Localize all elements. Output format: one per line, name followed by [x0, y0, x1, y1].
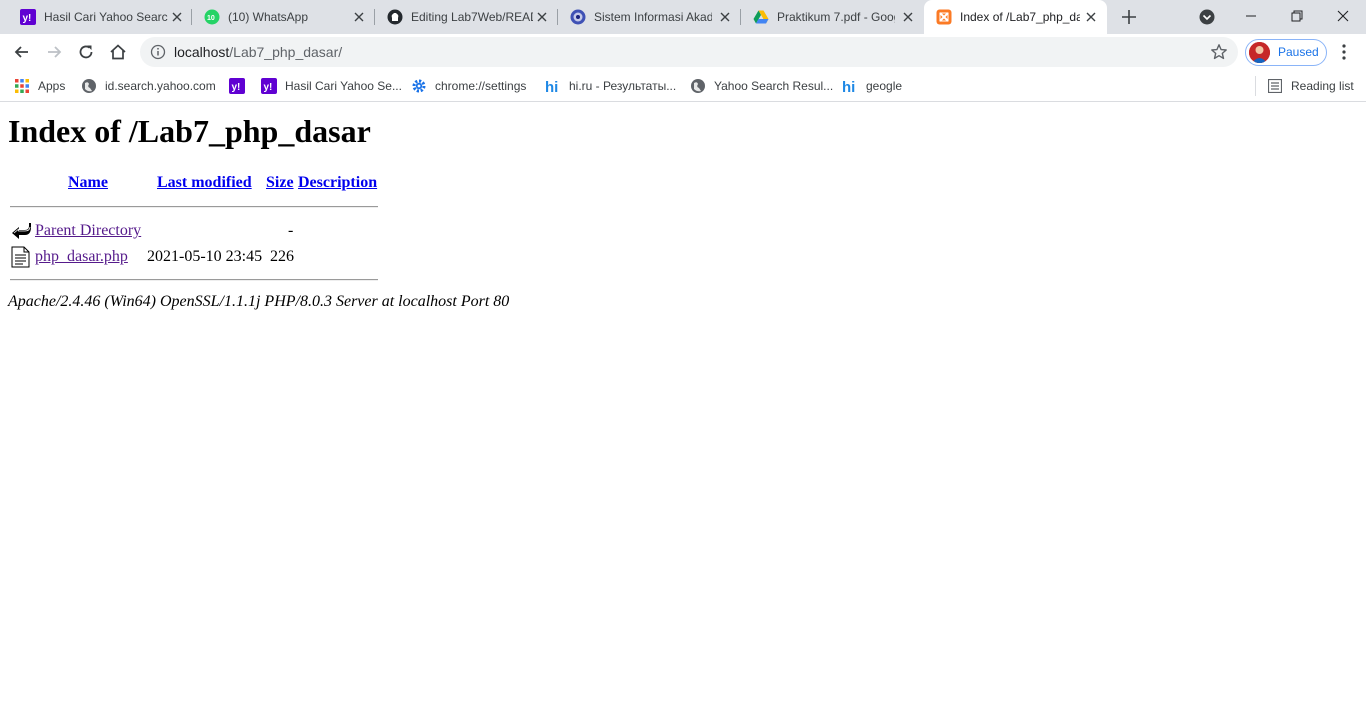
- reading-list-icon: [1267, 78, 1283, 94]
- back-button[interactable]: [10, 40, 34, 64]
- file-link-php-dasar[interactable]: php_dasar.php: [35, 248, 128, 266]
- bookmark-yahoo-search-results[interactable]: Yahoo Search Resul...: [690, 76, 833, 96]
- tab-whatsapp[interactable]: 10 (10) WhatsApp: [192, 0, 375, 34]
- tab-search-icon[interactable]: [1198, 8, 1216, 26]
- tab-github[interactable]: Editing Lab7Web/README: [375, 0, 558, 34]
- bookmark-id-search-yahoo[interactable]: id.search.yahoo.com: [81, 76, 216, 96]
- close-icon[interactable]: [1085, 11, 1097, 23]
- chrome-menu-icon[interactable]: [1336, 43, 1352, 61]
- bookmark-label: Hasil Cari Yahoo Se...: [285, 79, 402, 93]
- tab-yahoo-search[interactable]: y! Hasil Cari Yahoo Search: [8, 0, 192, 34]
- bookmark-yahoo[interactable]: y!: [229, 76, 253, 96]
- tab-title: Sistem Informasi Akademik: [594, 10, 712, 24]
- yahoo-icon: y!: [261, 78, 277, 94]
- svg-text:y!: y!: [232, 82, 241, 93]
- profile-status-label: Paused: [1278, 45, 1319, 59]
- close-window-button[interactable]: [1320, 0, 1366, 32]
- url-text[interactable]: localhost/Lab7_php_dasar/: [174, 44, 342, 60]
- apps-grid-icon: [14, 78, 30, 94]
- tab-strip: y! Hasil Cari Yahoo Search 10 (10) Whats…: [0, 0, 1366, 34]
- column-header-name[interactable]: Name: [68, 174, 108, 192]
- column-header-description[interactable]: Description: [298, 174, 377, 192]
- svg-text:y!: y!: [23, 13, 32, 24]
- close-icon[interactable]: [536, 11, 548, 23]
- page-content: Index of /Lab7_php_dasar Name Last modif…: [0, 103, 1366, 721]
- xampp-icon: [936, 9, 952, 25]
- browser-toolbar: localhost/Lab7_php_dasar/ Paused: [0, 34, 1366, 70]
- whatsapp-icon: 10: [204, 9, 220, 25]
- minimize-button[interactable]: [1228, 0, 1274, 32]
- svg-text:hi: hi: [545, 79, 558, 94]
- close-icon[interactable]: [353, 11, 365, 23]
- column-header-last-modified[interactable]: Last modified: [157, 174, 252, 192]
- tab-title: Index of /Lab7_php_dasar: [960, 10, 1080, 24]
- address-bar[interactable]: localhost/Lab7_php_dasar/: [140, 37, 1238, 67]
- tab-title: Hasil Cari Yahoo Search: [44, 10, 168, 24]
- close-icon[interactable]: [171, 11, 183, 23]
- bookmark-chrome-settings[interactable]: chrome://settings: [411, 76, 526, 96]
- parent-directory-icon: [10, 220, 32, 242]
- home-button[interactable]: [106, 40, 130, 64]
- table-divider: [10, 279, 378, 281]
- globe-icon: [81, 78, 97, 94]
- bookmark-label: hi.ru - Результаты...: [569, 79, 677, 93]
- yahoo-icon: y!: [229, 78, 245, 94]
- bookmark-label: Apps: [38, 79, 66, 93]
- hi-icon: hi: [842, 78, 858, 94]
- url-path: /Lab7_php_dasar/: [229, 44, 343, 60]
- github-icon: [387, 9, 403, 25]
- svg-text:hi: hi: [842, 79, 855, 94]
- file-size: 226: [270, 248, 294, 265]
- bookmark-hasil-cari-yahoo[interactable]: y! Hasil Cari Yahoo Se...: [261, 76, 402, 96]
- tab-title: Editing Lab7Web/README: [411, 10, 533, 24]
- restore-button[interactable]: [1274, 0, 1320, 32]
- bookmark-apps[interactable]: Apps: [14, 76, 65, 96]
- reading-list-button[interactable]: Reading list: [1267, 76, 1354, 96]
- yahoo-icon: y!: [20, 9, 36, 25]
- file-last-modified: 2021-05-10 23:45: [147, 248, 263, 265]
- column-header-size[interactable]: Size: [266, 174, 294, 192]
- globe-icon: [690, 78, 706, 94]
- tab-siakad[interactable]: Sistem Informasi Akademik: [558, 0, 741, 34]
- close-icon[interactable]: [719, 11, 731, 23]
- reading-list-label: Reading list: [1291, 79, 1354, 93]
- bookmarks-bar: Apps id.search.yahoo.com y! y! Hasil Car…: [0, 70, 1366, 102]
- text-file-icon: [11, 246, 31, 268]
- bookmark-hi-ru[interactable]: hi hi.ru - Результаты...: [545, 76, 676, 96]
- profile-paused-button[interactable]: Paused: [1245, 39, 1327, 66]
- bookmark-label: id.search.yahoo.com: [105, 79, 216, 93]
- close-icon[interactable]: [902, 11, 914, 23]
- bookmark-label: geogle: [866, 79, 903, 93]
- bookmark-label: chrome://settings: [435, 79, 527, 93]
- page-title: Index of /Lab7_php_dasar: [8, 113, 371, 149]
- parent-directory-link[interactable]: Parent Directory: [35, 222, 141, 240]
- forward-button[interactable]: [42, 40, 66, 64]
- tab-google-drive[interactable]: Praktikum 7.pdf - Google Drive: [741, 0, 924, 34]
- new-tab-button[interactable]: [1118, 6, 1140, 28]
- university-icon: [570, 9, 586, 25]
- file-size: -: [288, 222, 294, 239]
- reload-button[interactable]: [74, 40, 98, 64]
- hi-icon: hi: [545, 78, 561, 94]
- bookmark-geogle[interactable]: hi geogle: [842, 76, 902, 96]
- tab-index-lab7[interactable]: Index of /Lab7_php_dasar: [924, 0, 1107, 34]
- url-host: localhost: [174, 44, 230, 60]
- bookmarks-divider: [1255, 76, 1256, 96]
- avatar: [1249, 42, 1270, 63]
- tab-title: (10) WhatsApp: [228, 10, 309, 24]
- tab-title: Praktikum 7.pdf - Google Drive: [777, 10, 895, 24]
- google-drive-icon: [753, 9, 769, 25]
- bookmark-star-icon[interactable]: [1210, 43, 1228, 61]
- site-info-icon[interactable]: [150, 44, 166, 60]
- server-signature: Apache/2.4.46 (Win64) OpenSSL/1.1.1j PHP…: [8, 293, 510, 310]
- table-divider: [10, 206, 378, 208]
- bookmark-label: Yahoo Search Resul...: [714, 79, 834, 93]
- gear-icon: [411, 78, 427, 94]
- svg-text:10: 10: [207, 15, 215, 22]
- svg-text:y!: y!: [264, 82, 273, 93]
